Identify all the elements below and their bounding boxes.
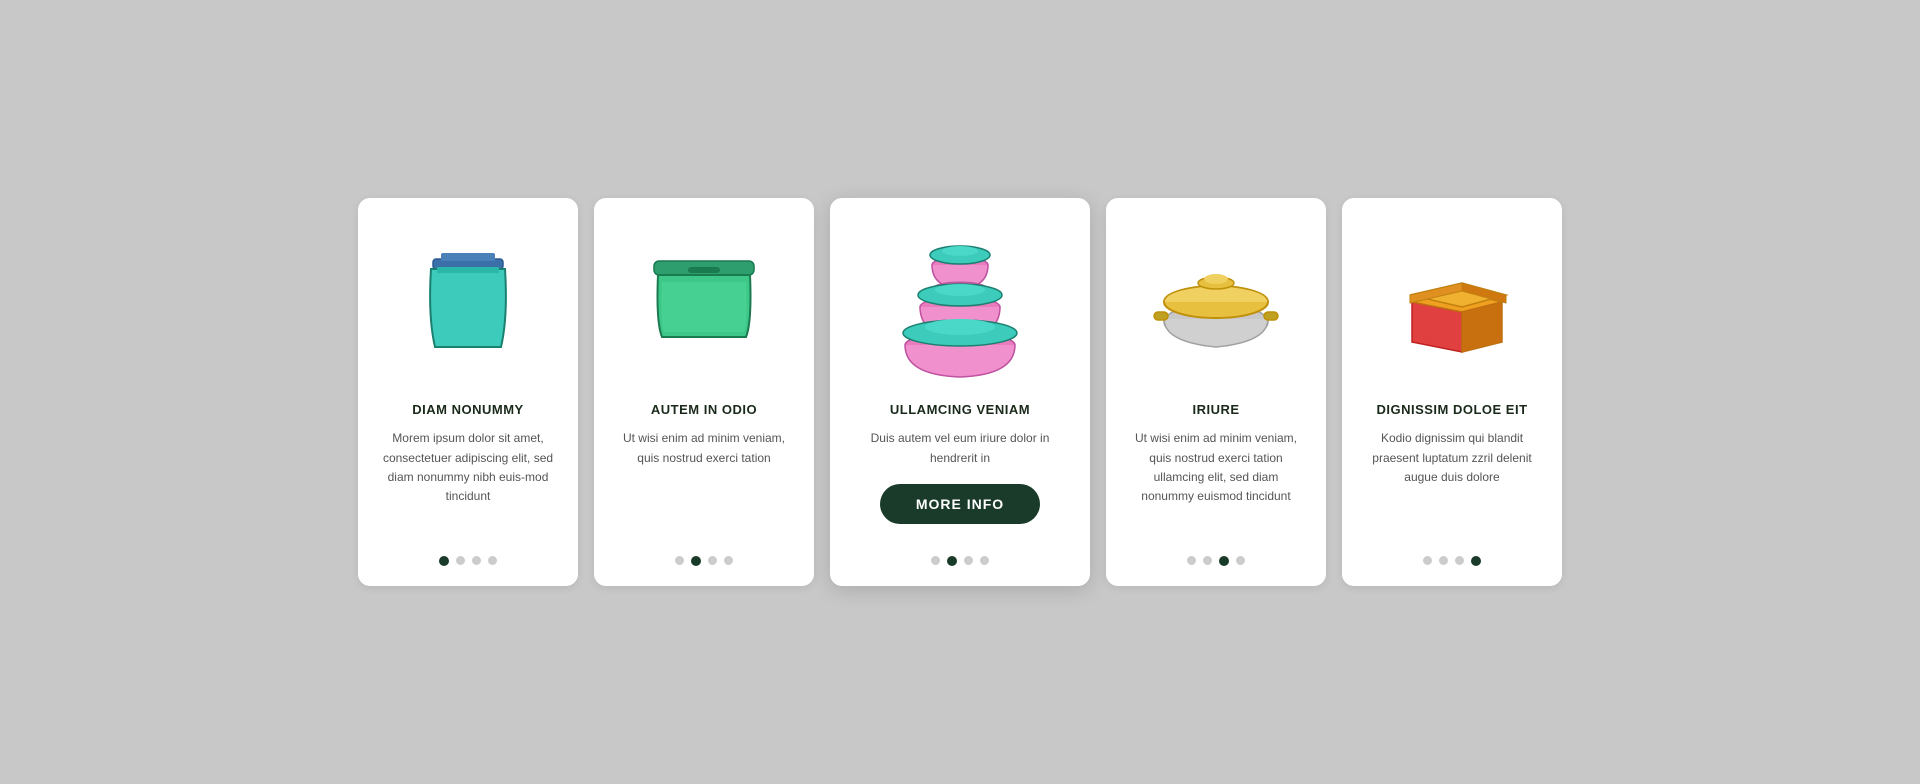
more-info-button[interactable]: MORE INFO — [880, 484, 1040, 524]
card-container: DIAM NONUMMY Morem ipsum dolor sit amet,… — [328, 158, 1592, 625]
dot — [931, 556, 940, 565]
card-2-title: AUTEM IN ODIO — [651, 402, 757, 417]
card-4-dots — [1187, 556, 1245, 566]
dot — [1236, 556, 1245, 565]
card-5-icon-area — [1362, 222, 1542, 382]
card-1-text: Morem ipsum dolor sit amet, consectetuer… — [378, 429, 558, 539]
bucket-icon — [413, 237, 523, 367]
card-1-icon-area — [378, 222, 558, 382]
card-2-text: Ut wisi enim ad minim veniam, quis nostr… — [614, 429, 794, 539]
dot — [980, 556, 989, 565]
dot-active — [1471, 556, 1481, 566]
card-2: AUTEM IN ODIO Ut wisi enim ad minim veni… — [594, 198, 814, 585]
card-4: IRIURE Ut wisi enim ad minim veniam, qui… — [1106, 198, 1326, 585]
card-1: DIAM NONUMMY Morem ipsum dolor sit amet,… — [358, 198, 578, 585]
card-3-title: ULLAMCING VENIAM — [890, 402, 1030, 417]
card-2-dots — [675, 556, 733, 566]
box-icon — [1392, 247, 1512, 357]
dot — [708, 556, 717, 565]
dot-active — [691, 556, 701, 566]
card-5-title: DIGNISSIM DOLOE EIT — [1376, 402, 1527, 417]
card-2-icon-area — [614, 222, 794, 382]
card-3-dots — [931, 556, 989, 566]
card-5-dots — [1423, 556, 1481, 566]
card-5-text: Kodio dignissim qui blandit praesent lup… — [1362, 429, 1542, 539]
card-5: DIGNISSIM DOLOE EIT Kodio dignissim qui … — [1342, 198, 1562, 585]
card-3-text: Duis autem vel eum iriure dolor in hendr… — [850, 429, 1070, 467]
card-4-icon-area — [1126, 222, 1306, 382]
dot — [1423, 556, 1432, 565]
dot — [1187, 556, 1196, 565]
dot — [488, 556, 497, 565]
dot — [675, 556, 684, 565]
dot — [472, 556, 481, 565]
card-4-text: Ut wisi enim ad minim veniam, quis nostr… — [1126, 429, 1306, 539]
dot — [1439, 556, 1448, 565]
card-3-icon-area — [850, 222, 1070, 382]
container-icon — [644, 247, 764, 357]
card-1-title: DIAM NONUMMY — [412, 402, 523, 417]
dot — [1203, 556, 1212, 565]
dot-active — [1219, 556, 1229, 566]
dot-active — [439, 556, 449, 566]
card-1-dots — [439, 556, 497, 566]
card-3: ULLAMCING VENIAM Duis autem vel eum iriu… — [830, 198, 1090, 585]
dot — [1455, 556, 1464, 565]
dot — [724, 556, 733, 565]
casserole-icon — [1156, 247, 1276, 357]
card-4-title: IRIURE — [1192, 402, 1239, 417]
bowls-icon — [885, 227, 1035, 377]
dot — [456, 556, 465, 565]
dot-active — [947, 556, 957, 566]
dot — [964, 556, 973, 565]
